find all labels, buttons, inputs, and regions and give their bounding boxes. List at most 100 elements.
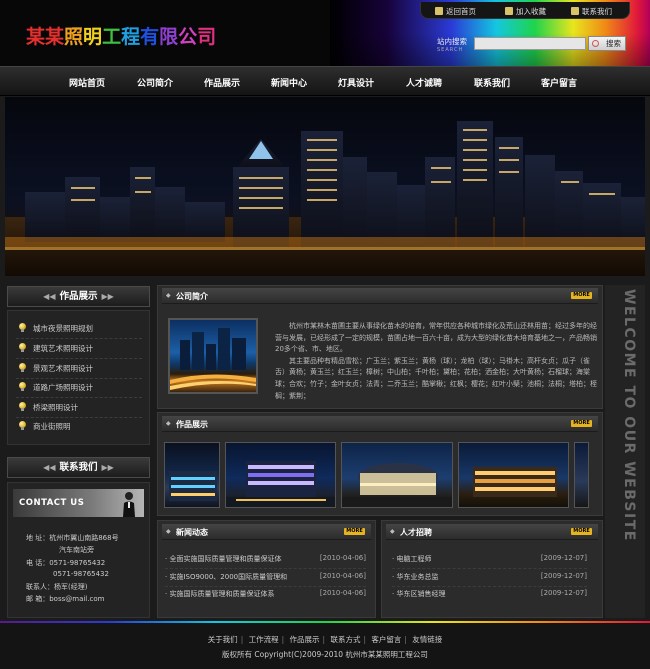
divider: [392, 568, 587, 569]
separator: |: [240, 635, 244, 644]
bullet-icon: ◆: [166, 292, 171, 299]
mail-icon: [571, 7, 579, 15]
divider: [392, 586, 587, 587]
product-item[interactable]: 景观艺术照明设计: [19, 363, 93, 374]
divider: [16, 417, 142, 418]
contact-box: CONTACT US 地 址：杭州市翼山南路868号 汽车南站旁 电 话：057…: [7, 482, 150, 618]
divider: [165, 568, 366, 569]
bulb-icon: [19, 363, 26, 372]
footer-link-workflow[interactable]: 工作流程: [249, 635, 279, 644]
contact-us-banner: CONTACT US: [13, 489, 144, 517]
logo-char: 某: [26, 26, 46, 48]
about-paragraph: 其主要品种有精品雪松；广玉兰；紫玉兰；黄杨（球）；龙柏（球）；马褂木；高杆女贞；…: [275, 356, 597, 400]
news-panel: ◆ 新闻动态 MORE: [157, 520, 376, 618]
search-input[interactable]: [474, 37, 586, 50]
logo-char: 程: [121, 26, 141, 48]
nav-news[interactable]: 新闻中心: [271, 76, 307, 89]
projects-panel-head: ◆ 作品展示 MORE: [162, 416, 598, 432]
product-item[interactable]: 商业街照明: [19, 421, 71, 432]
logo-char: 照: [64, 26, 84, 48]
bulb-icon: [19, 382, 26, 391]
nav-home[interactable]: 网站首页: [69, 76, 105, 89]
footer-link-friends[interactable]: 友情链接: [412, 635, 442, 644]
product-item[interactable]: 建筑艺术照明设计: [19, 343, 93, 354]
logo-char: 明: [83, 26, 103, 48]
header: 某某照明工程有限公司 返回首页 加入收藏 联系我们 站内搜索 SEARCH 搜索: [0, 0, 650, 66]
building-photo: [169, 471, 217, 501]
nav-contact[interactable]: 联系我们: [474, 76, 510, 89]
building-photo: [473, 467, 557, 497]
contact-heading: ◀◀ 联系我们 ▶▶: [7, 457, 150, 478]
nav-works[interactable]: 作品展示: [204, 76, 240, 89]
products-heading: ◀◀ 作品展示 ▶▶: [7, 286, 150, 307]
news-title: 新闻动态: [176, 528, 208, 537]
separator: |: [363, 635, 366, 644]
project-thumbnail[interactable]: [574, 442, 589, 508]
bulb-icon: [19, 421, 26, 430]
nav-about[interactable]: 公司简介: [137, 76, 173, 89]
news-item[interactable]: · 全面实施国际质量管理和质量保证体 [2010-04-06]: [165, 554, 366, 564]
project-thumbnail[interactable]: [164, 442, 220, 508]
bulb-icon: [19, 343, 26, 352]
footer-link-about[interactable]: 关于我们: [208, 635, 238, 644]
bullet-icon: ◆: [390, 528, 395, 535]
separator: |: [322, 635, 326, 644]
search-icon: [592, 40, 599, 47]
copyright: 版权所有 Copyright(C)2009-2010 杭州市某某照明工程公司: [222, 650, 428, 659]
divider: [16, 378, 142, 379]
site-logo[interactable]: 某某照明工程有限公司: [26, 22, 216, 49]
bullet-icon: ◆: [166, 528, 171, 535]
jobs-more-button[interactable]: MORE: [571, 528, 592, 535]
product-item[interactable]: 城市夜景照明规划: [19, 323, 93, 334]
top-links-bar: 返回首页 加入收藏 联系我们: [420, 2, 630, 19]
footer-link-contact[interactable]: 联系方式: [330, 635, 360, 644]
city-photo: [170, 328, 256, 390]
news-item[interactable]: · 实施国际质量管理和质量保证体系 [2010-04-06]: [165, 589, 366, 599]
news-panel-head: ◆ 新闻动态 MORE: [162, 524, 371, 540]
left-arrows-icon: ◀◀: [43, 463, 56, 472]
footer-link-works[interactable]: 作品展示: [290, 635, 320, 644]
news-item[interactable]: · 实施ISO9000、2000国际质量管理和 [2010-04-06]: [165, 572, 366, 582]
bulb-icon: [19, 323, 26, 332]
contact-phone: 电 话：0571-98765432: [26, 559, 106, 567]
favorite-link[interactable]: 加入收藏: [505, 6, 546, 17]
nav-guestbook[interactable]: 客户留言: [541, 76, 577, 89]
right-arrows-icon: ▶▶: [101, 463, 114, 472]
contact-phone-2: 0571-98765432: [53, 570, 109, 578]
divider: [16, 338, 142, 339]
product-item[interactable]: 桥梁照明设计: [19, 402, 78, 413]
bullet-icon: ◆: [166, 420, 171, 427]
footer-link-guestbook[interactable]: 客户留言: [371, 635, 401, 644]
project-thumbnail[interactable]: [458, 442, 569, 508]
job-item[interactable]: · 电脑工程师 [2009-12-07]: [392, 554, 587, 564]
projects-more-button[interactable]: MORE: [571, 420, 592, 427]
nav-jobs[interactable]: 人才诚聘: [406, 76, 442, 89]
person-icon: [123, 492, 135, 517]
about-text: 杭州市某林木苗圃主要从事绿化苗木的培育，常年供应各种城市绿化及荒山还林用苗；经过…: [275, 321, 598, 402]
job-item[interactable]: · 华东业务总监 [2009-12-07]: [392, 572, 587, 582]
about-panel-head: ◆ 公司简介 MORE: [162, 288, 598, 304]
about-more-button[interactable]: MORE: [571, 292, 592, 299]
contact-link[interactable]: 联系我们: [571, 6, 612, 17]
products-list: 城市夜景照明规划 建筑艺术照明设计 景观艺术照明设计 道路广场照明设计 桥梁照明…: [7, 310, 150, 445]
welcome-sidebar: WELCOME TO OUR WEBSITE: [605, 285, 645, 618]
footer: 关于我们 | 工作流程 | 作品展示 | 联系方式 | 客户留言 | 友情链接 版权所有 …: [0, 623, 650, 669]
search-button[interactable]: 搜索: [588, 36, 626, 51]
favorite-icon: [505, 7, 513, 15]
footer-links: 关于我们 | 工作流程 | 作品展示 | 联系方式 | 客户留言 | 友情链接: [0, 634, 650, 645]
separator: |: [281, 635, 285, 644]
about-photo: [168, 318, 258, 394]
product-item[interactable]: 道路广场照明设计: [19, 382, 93, 393]
news-more-button[interactable]: MORE: [344, 528, 365, 535]
main-nav: 网站首页 公司简介 作品展示 新闻中心 灯具设计 人才诚聘 联系我们 客户留言: [0, 66, 650, 96]
bulb-icon: [19, 402, 26, 411]
project-thumbnail[interactable]: [225, 442, 336, 508]
nav-lamp-design[interactable]: 灯具设计: [338, 76, 374, 89]
contact-address-2: 汽车南站旁: [59, 546, 94, 554]
project-thumbnail[interactable]: [341, 442, 453, 508]
home-link[interactable]: 返回首页: [435, 6, 476, 17]
projects-title: 作品展示: [176, 420, 208, 429]
about-paragraph: 杭州市某林木苗圃主要从事绿化苗木的培育，常年供应各种城市绿化及荒山还林用苗；经过…: [275, 322, 597, 354]
left-arrows-icon: ◀◀: [43, 292, 56, 301]
job-item[interactable]: · 华东区销售经理 [2009-12-07]: [392, 589, 587, 599]
